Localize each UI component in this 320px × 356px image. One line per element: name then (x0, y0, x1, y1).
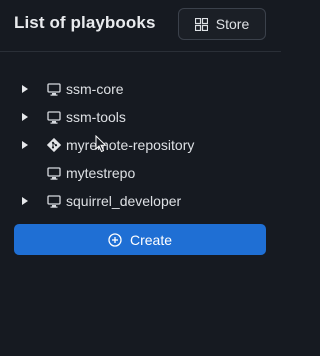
create-button[interactable]: Create (14, 224, 266, 255)
tree-item-squirrel-developer[interactable]: squirrel_developer (0, 187, 281, 215)
desktop-icon (47, 82, 61, 96)
tree-item-label: myremote-repository (66, 137, 195, 153)
plus-circle-icon (108, 232, 122, 247)
desktop-icon (47, 166, 61, 180)
desktop-icon (47, 194, 61, 208)
tree-item-ssm-core[interactable]: ssm-core (0, 75, 281, 103)
tree-item-label: ssm-tools (66, 109, 126, 125)
tree-item-ssm-tools[interactable]: ssm-tools (0, 103, 281, 131)
tree-item-label: squirrel_developer (66, 193, 182, 209)
playbook-tree: ssm-core ssm-tools myremote-repository m… (0, 78, 281, 218)
tree-item-label: ssm-core (66, 81, 124, 97)
mouse-pointer-icon (95, 134, 107, 153)
git-icon (47, 138, 61, 152)
tree-item-myremote-repository[interactable]: myremote-repository (0, 131, 281, 159)
caret-right-icon[interactable] (21, 84, 29, 94)
store-button[interactable]: Store (178, 8, 266, 40)
create-button-label: Create (129, 231, 173, 248)
caret-right-icon[interactable] (21, 112, 29, 122)
caret-right-icon[interactable] (21, 140, 29, 150)
tree-item-label: mytestrepo (66, 165, 136, 181)
caret-right-icon[interactable] (21, 196, 29, 206)
panel-header: List of playbooks Store (0, 0, 281, 52)
desktop-icon (47, 110, 61, 124)
tree-item-mytestrepo[interactable]: mytestrepo (0, 159, 281, 187)
page-title: List of playbooks (14, 13, 156, 32)
store-button-label: Store (215, 16, 250, 32)
grid-icon (194, 17, 208, 31)
